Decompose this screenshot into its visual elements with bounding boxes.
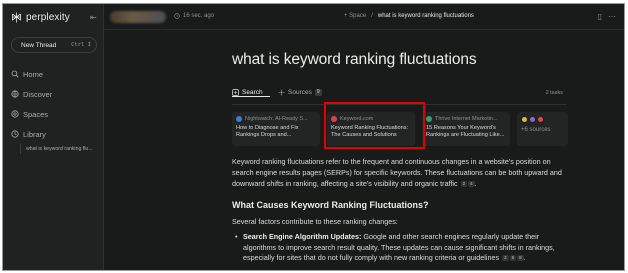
topbar-actions: ▯ ⋯ bbox=[598, 12, 616, 21]
page-title: what is keyword ranking fluctuations bbox=[232, 51, 477, 68]
tab-label: Search bbox=[242, 89, 263, 96]
library-icon bbox=[11, 130, 19, 138]
sidebar-item-discover[interactable]: Discover bbox=[9, 84, 99, 104]
breadcrumb-separator: / bbox=[371, 13, 373, 19]
more-options-icon[interactable]: ⋯ bbox=[608, 12, 616, 21]
sidebar-item-label: Spaces bbox=[23, 109, 49, 119]
answer-heading: What Causes Keyword Ranking Fluctuations… bbox=[232, 200, 429, 210]
more-sources-favicons bbox=[521, 116, 564, 123]
answer-paragraph: Keyword ranking fluctuations refer to th… bbox=[232, 157, 562, 188]
sidebar-item-home[interactable]: Home bbox=[9, 64, 99, 84]
sidebar-item-library[interactable]: Library bbox=[9, 124, 99, 144]
bookmark-icon[interactable]: ▯ bbox=[598, 12, 602, 21]
favicon-icon bbox=[426, 116, 432, 122]
sidebar-item-label: Library bbox=[23, 129, 46, 139]
breadcrumb: + Space / what is keyword ranking fluctu… bbox=[344, 13, 474, 19]
collapse-sidebar-icon[interactable]: ⇤ bbox=[90, 13, 97, 22]
active-tab-indicator bbox=[232, 96, 270, 97]
favicon-icon bbox=[236, 116, 242, 122]
more-sources-text: sources bbox=[529, 127, 551, 133]
source-site-name: Nightwatch: AI-Ready S... bbox=[245, 116, 308, 122]
sources-icon bbox=[278, 89, 285, 96]
answer-intro: Several factors contribute to these rank… bbox=[232, 217, 398, 226]
search-tab-icon bbox=[232, 89, 239, 96]
add-to-space-link[interactable]: + Space bbox=[344, 13, 366, 19]
favicon-icon bbox=[521, 116, 528, 123]
source-card[interactable]: Thrive Internet Marketin... 15 Reasons Y… bbox=[422, 112, 510, 146]
source-site-name: Thrive Internet Marketin... bbox=[435, 116, 498, 122]
tab-sources[interactable]: Sources 9 bbox=[278, 89, 322, 96]
thread-title: what is keyword ranking fluctuations bbox=[377, 13, 474, 19]
avatar bbox=[110, 11, 166, 23]
source-card[interactable]: Nightwatch: AI-Ready S... How to Diagnos… bbox=[232, 112, 320, 146]
tasks-link[interactable]: 2 tasks bbox=[546, 90, 563, 96]
sidebar-item-label: Home bbox=[23, 69, 44, 79]
sidebar-item-spaces[interactable]: Spaces bbox=[9, 104, 99, 124]
citation-badge[interactable]: 2 bbox=[502, 255, 509, 262]
library-thread-item[interactable]: what is keyword ranking flu... bbox=[20, 144, 98, 154]
search-icon bbox=[11, 70, 19, 78]
bullet-title: Search Engine Algorithm Updates: bbox=[243, 232, 362, 241]
list-item: Search Engine Algorithm Updates: Google … bbox=[235, 232, 568, 264]
tab-search[interactable]: Search bbox=[232, 89, 270, 97]
logo[interactable]: perplexity bbox=[11, 12, 70, 23]
time-ago: 16 sec. ago bbox=[183, 13, 215, 19]
sidebar: perplexity ⇤ New Thread Ctrl I Home Disc… bbox=[3, 4, 104, 270]
app-window: perplexity ⇤ New Thread Ctrl I Home Disc… bbox=[2, 3, 625, 271]
top-bar: 16 sec. ago + Space / what is keyword ra… bbox=[104, 4, 624, 30]
sidebar-nav: Home Discover Spaces Library what is key… bbox=[9, 64, 99, 154]
new-thread-label: New Thread bbox=[21, 41, 57, 49]
perplexity-logo-icon bbox=[12, 12, 21, 23]
sidebar-item-label: Discover bbox=[23, 89, 53, 99]
more-sources-card[interactable]: +6 sources bbox=[517, 112, 568, 146]
citation-badge[interactable]: 2 bbox=[460, 180, 468, 187]
new-thread-shortcut: Ctrl I bbox=[71, 42, 91, 48]
clock-icon bbox=[174, 13, 180, 19]
globe-icon bbox=[11, 90, 19, 98]
source-site: Thrive Internet Marketin... bbox=[426, 116, 506, 122]
tab-label: Sources bbox=[288, 89, 312, 96]
thread-timestamp: 16 sec. ago bbox=[174, 13, 214, 19]
answer-text: Keyword ranking fluctuations refer to th… bbox=[232, 157, 562, 188]
source-title: How to Diagnose and Fix Rankings Drops a… bbox=[236, 125, 299, 138]
source-site: Nightwatch: AI-Ready S... bbox=[236, 116, 316, 122]
favicon-icon bbox=[537, 116, 544, 123]
sources-count-badge: 9 bbox=[314, 89, 322, 96]
favicon-icon bbox=[529, 116, 536, 123]
new-thread-button[interactable]: New Thread Ctrl I bbox=[11, 37, 97, 53]
citation-badge[interactable]: 5 bbox=[509, 255, 517, 262]
spaces-icon bbox=[11, 110, 19, 118]
app-name: perplexity bbox=[26, 12, 70, 23]
more-sources-count: +6 bbox=[521, 127, 528, 133]
source-title: 15 Reasons Your Keyword's Rankings are F… bbox=[426, 125, 505, 138]
more-sources-label: +6 sources bbox=[521, 127, 564, 133]
highlight-box bbox=[324, 102, 425, 149]
